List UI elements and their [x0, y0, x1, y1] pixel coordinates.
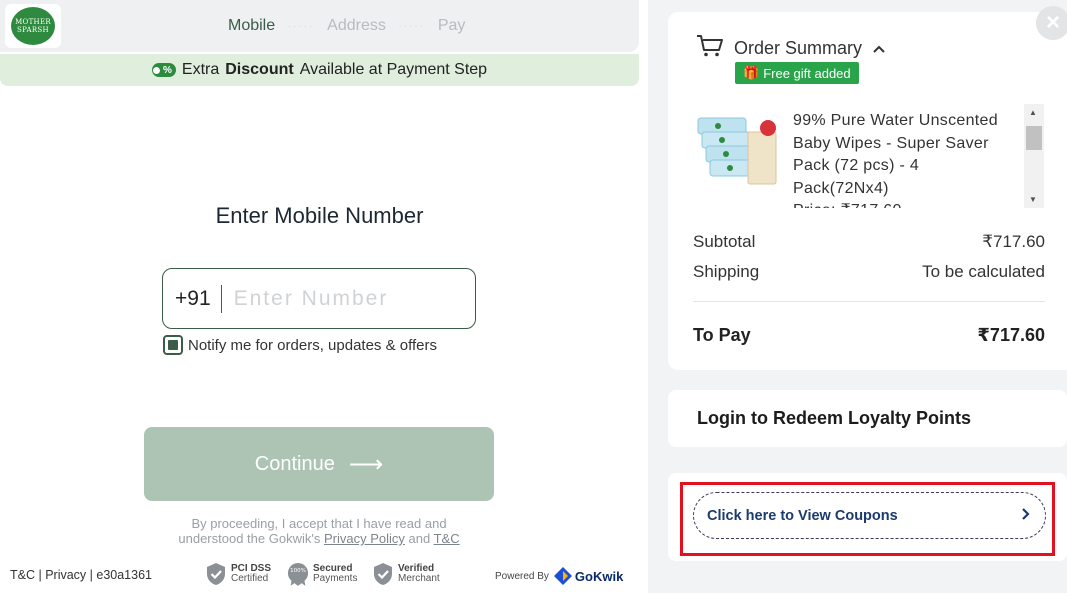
pci-dss-badge: PCI DSS Certified: [205, 562, 271, 586]
gokwik-logo: GoKwik: [553, 566, 623, 586]
discount-banner: % Extra Discount Available at Payment St…: [0, 54, 639, 86]
step-separator: ·····: [398, 20, 426, 32]
subtotal-value: ₹717.60: [982, 232, 1045, 251]
phone-input[interactable]: [233, 286, 454, 311]
gift-icon: 🎁: [743, 65, 760, 80]
product-details: 99% Pure Water Unscented Baby Wipes - Su…: [793, 110, 1015, 208]
order-summary-toggle[interactable]: Order Summary: [696, 34, 886, 63]
checkout-left-panel: MOTHER SPARSH Mobile ····· Address ·····…: [0, 0, 648, 593]
phone-field[interactable]: +91: [162, 268, 476, 329]
brand-logo: MOTHER SPARSH: [5, 4, 61, 48]
to-pay-label: To Pay: [693, 325, 751, 345]
shipping-value: To be calculated: [922, 262, 1045, 281]
seal-text: 100%: [290, 568, 306, 574]
discount-bold: Discount: [225, 61, 294, 78]
step-separator: ·····: [287, 20, 315, 32]
shield-check-icon: [205, 562, 227, 586]
privacy-policy-link[interactable]: Privacy Policy: [324, 531, 405, 546]
logo-line1: MOTHER: [15, 18, 51, 26]
notify-label: Notify me for orders, updates & offers: [188, 336, 438, 354]
powered-by: Powered By GoKwik: [495, 566, 623, 586]
chevron-up-icon: [872, 38, 886, 59]
powered-by-label: Powered By: [495, 570, 549, 582]
order-summary-title: Order Summary: [734, 38, 863, 58]
checkout-steps: Mobile ····· Address ····· Pay: [228, 17, 465, 35]
to-pay-value: ₹717.60: [977, 325, 1045, 345]
phone-divider: [220, 284, 222, 313]
close-icon[interactable]: ×: [1036, 6, 1067, 40]
cart-icon: [696, 34, 724, 63]
secured-payments-text: Secured Payments: [313, 564, 357, 584]
pci-dss-text: PCI DSS Certified: [231, 564, 271, 584]
product-scrollbar[interactable]: ▲ ▼: [1024, 104, 1044, 208]
logo-line2: SPARSH: [17, 26, 49, 34]
gokwik-logo-icon: [553, 567, 572, 585]
subtotal-row: Subtotal ₹717.60: [693, 232, 1045, 252]
mobile-title: Enter Mobile Number: [215, 203, 424, 228]
secured-sub: Payments: [313, 573, 358, 584]
free-gift-badge: 🎁 Free gift added: [735, 62, 859, 84]
gokwik-brand: GoKwik: [574, 568, 624, 584]
to-pay-row: To Pay ₹717.60: [693, 325, 1045, 346]
pci-dss-sub: Certified: [231, 573, 269, 584]
shipping-row: Shipping To be calculated: [693, 262, 1045, 282]
chevron-right-icon: [1021, 505, 1031, 526]
shipping-label: Shipping: [693, 262, 760, 281]
discount-prefix: Extra: [181, 61, 220, 78]
step-pay: Pay: [437, 17, 466, 34]
consent-text: By proceeding, I accept that I have read…: [160, 516, 478, 546]
arrow-right-icon: ⟶: [348, 450, 384, 478]
verified-badge-icon: [372, 562, 394, 586]
product-image: [694, 104, 782, 192]
verified-merchant-text: Verified Merchant: [398, 564, 440, 584]
subtotal-label: Subtotal: [693, 232, 756, 251]
discount-tag-icon: %: [151, 63, 176, 77]
gift-label: Free gift added: [763, 65, 851, 81]
discount-suffix: Available at Payment Step: [299, 61, 488, 78]
consent-prefix: By proceeding, I accept that I have read…: [178, 516, 447, 546]
checkout-header: MOTHER SPARSH Mobile ····· Address ·····…: [0, 0, 639, 52]
secure-seal-icon: 100%: [287, 562, 309, 586]
product-price: Price: ₹717.60: [793, 200, 1015, 208]
view-coupons-button[interactable]: Click here to View Coupons: [693, 492, 1046, 539]
notify-checkbox[interactable]: [163, 335, 183, 355]
mother-sparsh-logo-icon: MOTHER SPARSH: [11, 7, 55, 45]
view-coupons-label: Click here to View Coupons: [707, 507, 898, 524]
continue-label: Continue: [254, 452, 335, 475]
scroll-up-icon[interactable]: ▲: [1029, 108, 1037, 117]
step-mobile: Mobile: [228, 17, 276, 34]
tc-link[interactable]: T&C: [434, 531, 460, 546]
step-address: Address: [327, 17, 386, 34]
product-name: 99% Pure Water Unscented Baby Wipes - Su…: [793, 112, 998, 197]
notify-option[interactable]: Notify me for orders, updates & offers: [163, 335, 437, 355]
secured-payments-badge: 100% Secured Payments: [287, 562, 357, 586]
summary-divider: [693, 301, 1045, 302]
scrollbar-thumb[interactable]: [1026, 126, 1042, 150]
verified-sub: Merchant: [398, 573, 440, 584]
consent-and: and: [408, 531, 431, 546]
verified-merchant-badge: Verified Merchant: [372, 562, 440, 586]
continue-button[interactable]: Continue ⟶: [144, 427, 494, 501]
login-loyalty-link[interactable]: Login to Redeem Loyalty Points: [697, 408, 971, 429]
country-code: +91: [175, 286, 211, 310]
footer-links[interactable]: T&C | Privacy | e30a1361: [10, 568, 152, 582]
scroll-down-icon[interactable]: ▼: [1029, 195, 1037, 204]
